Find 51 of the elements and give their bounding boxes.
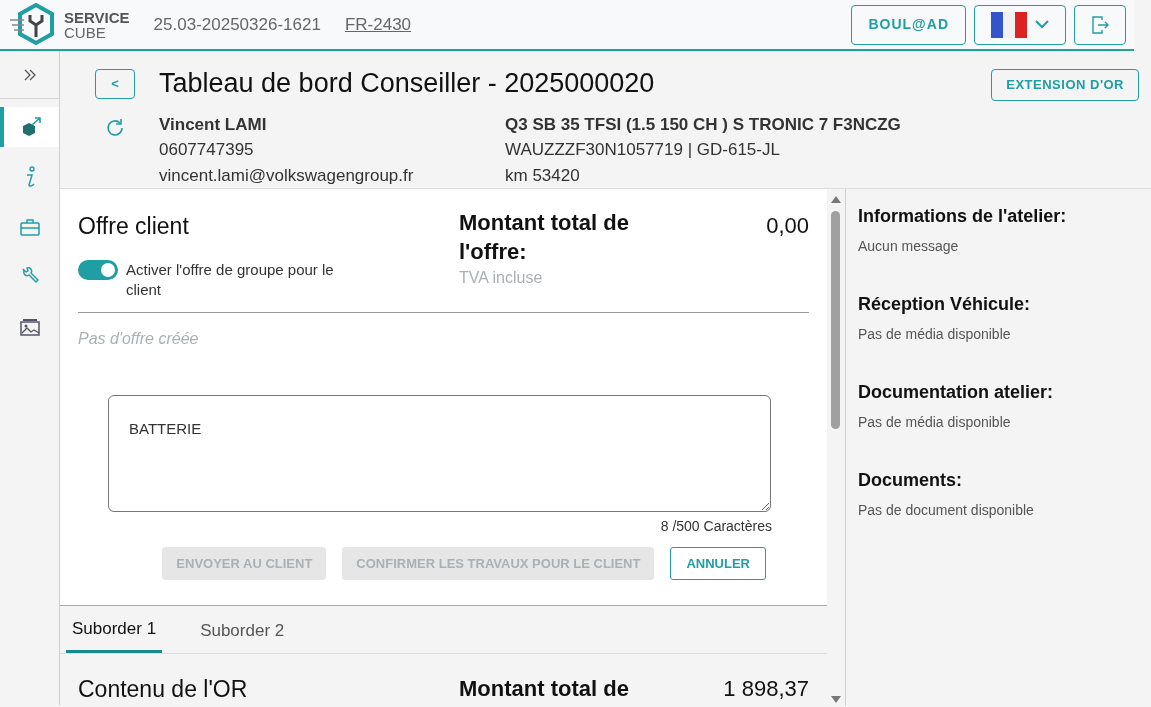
logo-text: SERVICE [64,9,130,25]
customer-email: vincent.lami@volkswagengroup.fr [159,164,415,187]
vat-note: TVA incluse [459,268,544,289]
sidebar-item[interactable] [0,107,59,147]
info-text: Pas de média disponible [858,325,1012,344]
image-icon [19,318,40,336]
vehicle-identifiers: WAUZZZF30N1057719 | GD-615-JL [505,139,781,161]
vehicle-mileage: km 53420 [505,164,581,187]
double-chevron-icon [22,67,37,82]
info-title: Réception Véhicule: [858,293,1032,316]
vehicle-model: Q3 SB 35 TFSI (1.5 150 CH ) S TRONIC 7 F3NCZG [505,113,901,136]
back-button[interactable]: < [95,69,135,99]
chevron-down-icon [1035,20,1049,29]
total-value: 0,00 [766,212,809,240]
total-label: Montant total de [459,674,629,703]
info-title: Informations de l'atelier: [858,205,1068,228]
section-title: Offre client [78,212,190,241]
language-button[interactable] [974,4,1066,45]
info-title: Documents: [858,469,963,492]
info-text: Aucun message [858,237,960,256]
info-text: Pas de média disponible [858,413,1012,432]
section-title: Contenu de l'OR [78,674,249,704]
site-link[interactable]: FR-2430 [344,11,412,38]
total-label: Montant total de l'offre: [459,209,630,266]
logout-button[interactable] [1074,4,1126,45]
customer-phone: 0607747395 [159,139,255,161]
customer-name: Vincent LAMI [159,113,268,136]
logout-icon [1091,15,1109,34]
scrollbar-thumb[interactable] [831,211,840,429]
scroll-down-icon[interactable] [831,696,841,704]
scroll-up-icon[interactable] [831,195,841,203]
version-text: 25.03-20250326-1621 [153,13,321,36]
briefcase-icon [19,218,40,236]
comment-field[interactable]: BATTERIE [108,394,771,512]
empty-note: Pas d'offre créée [78,328,200,349]
cube-icon [20,117,43,137]
refresh-icon[interactable] [105,117,125,138]
info-text: Pas de document disponible [858,501,1035,520]
page-title: Tableau de bord Conseiller - 2025000020 [159,67,655,100]
character-count: 8 /500 Caractères [659,516,772,536]
toggle-switch[interactable] [78,259,118,280]
tab[interactable]: Suborder 1 [66,606,163,653]
toggle-label: Activer l'offre de groupe pour le client [126,259,335,300]
action-button[interactable]: ANNULER [670,546,766,580]
info-title: Documentation atelier: [858,381,1055,404]
logo-text: CUBE [64,24,107,40]
total-value: 1 898,37 [723,674,809,703]
extension-button[interactable]: EXTENSION D'OR [991,69,1139,101]
flag-icon [991,11,1027,38]
tab[interactable]: Suborder 2 [194,606,291,653]
user-button[interactable]: BOUL@AD [851,4,966,45]
